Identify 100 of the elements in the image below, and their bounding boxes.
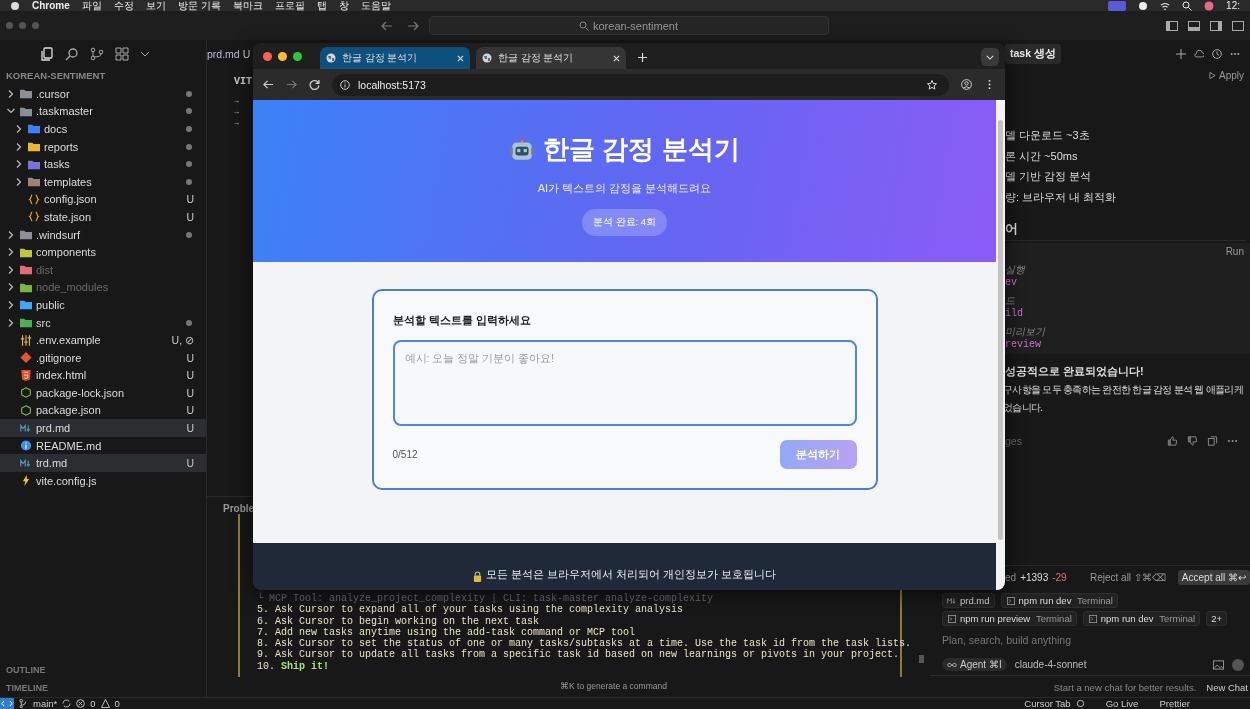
menu-item[interactable]: 창 <box>338 0 349 11</box>
menu-item[interactable]: 도움말 <box>360 0 391 11</box>
branch-icon[interactable] <box>90 47 104 61</box>
sync-icon[interactable] <box>62 699 72 708</box>
mode-selector[interactable]: Agent ⌘I <box>942 658 1007 671</box>
text-input[interactable]: 예시: 오늘 정말 기분이 좋아요! <box>392 340 857 426</box>
cloud-icon[interactable] <box>1194 49 1204 59</box>
file-tree-item[interactable]: vite.config.js <box>0 472 206 490</box>
menu-item[interactable]: 방문 기록 <box>177 0 221 11</box>
profile-icon[interactable] <box>961 79 972 90</box>
menu-item[interactable]: 수정 <box>113 0 134 11</box>
file-tree-item[interactable]: src <box>0 313 206 332</box>
file-tree-item[interactable]: trd.md U <box>0 454 206 473</box>
menu-item[interactable]: 보기 <box>145 0 166 11</box>
context-chip[interactable]: npm run dev Terminal <box>1000 593 1118 608</box>
back-arrow-icon[interactable] <box>263 79 274 90</box>
scrollbar[interactable] <box>919 655 924 663</box>
history-icon[interactable] <box>1212 49 1222 59</box>
file-tree-item[interactable]: public <box>0 296 206 314</box>
file-tree-item[interactable]: components <box>0 243 206 261</box>
maximize-button[interactable] <box>293 51 302 61</box>
close-icon[interactable] <box>457 54 464 62</box>
files-icon[interactable] <box>40 47 54 61</box>
browser-tab[interactable]: 한글 감정 분석기 <box>476 47 626 69</box>
model-selector[interactable]: claude-4-sonnet <box>1014 659 1087 670</box>
close-icon[interactable] <box>613 54 620 62</box>
star-icon[interactable] <box>927 79 937 90</box>
warning-count[interactable]: 0 <box>114 698 120 709</box>
file-tree-item[interactable]: package.json U <box>0 401 206 420</box>
search-icon[interactable] <box>65 47 79 61</box>
file-tree-item[interactable]: .windsurf <box>0 225 206 244</box>
panel-toggle-icon[interactable] <box>1188 20 1200 31</box>
context-chip[interactable]: prd.md <box>942 593 995 608</box>
file-tree-item[interactable]: .env.example U, ⊘ <box>0 331 206 349</box>
panel-tab[interactable]: Proble <box>223 503 255 514</box>
extensions-icon[interactable] <box>115 47 129 61</box>
reject-all-button[interactable]: Reject all ⇧⌘⌫ <box>1089 572 1166 583</box>
layout-icon[interactable] <box>1232 20 1244 31</box>
menu-item[interactable]: 파일 <box>81 0 102 11</box>
browser-tab[interactable]: 한글 감정 분석기 <box>320 47 470 69</box>
new-chat-link[interactable]: New Chat <box>1206 682 1248 693</box>
status-item[interactable]: Go Live <box>1105 698 1139 709</box>
context-chip[interactable]: npm run dev Terminal <box>1082 611 1201 626</box>
file-tree-item[interactable]: docs <box>0 120 206 138</box>
file-tree-item[interactable]: prd.md U <box>0 419 206 437</box>
editor-tab[interactable]: prd.md U <box>207 48 251 60</box>
status-item[interactable]: Cursor Tab <box>1024 698 1071 709</box>
file-tree-item[interactable]: tasks <box>0 155 206 173</box>
thumbs-down-icon[interactable] <box>1187 435 1198 446</box>
outline-section[interactable]: OUTLINE <box>0 661 206 679</box>
sidebar-toggle-icon[interactable] <box>1210 20 1222 31</box>
thumbs-up-icon[interactable] <box>1167 435 1178 446</box>
chevron-down-icon[interactable] <box>140 51 150 57</box>
send-button[interactable] <box>1232 658 1244 671</box>
context-chip[interactable]: npm run preview Terminal <box>942 611 1077 626</box>
back-arrow-icon[interactable] <box>380 20 393 31</box>
apply-button[interactable]: Apply <box>1209 68 1244 82</box>
menu-item[interactable]: 탭 <box>316 0 327 11</box>
file-tree-item[interactable]: README.md <box>0 436 206 455</box>
forward-arrow-icon[interactable] <box>286 79 297 90</box>
wifi-icon[interactable] <box>1160 0 1171 11</box>
timeline-section[interactable]: TIMELINE <box>0 679 206 697</box>
chat-input[interactable]: Plan, search, build anything <box>930 626 1250 654</box>
context-chip[interactable]: 2+ <box>1206 611 1227 626</box>
address-bar[interactable]: localhost:5173 <box>332 73 949 96</box>
file-tree-item[interactable]: package-lock.json U <box>0 384 206 402</box>
scrollbar[interactable] <box>998 120 1003 540</box>
status-item[interactable]: Prettier <box>1159 698 1190 709</box>
avatar-icon[interactable] <box>1204 0 1215 11</box>
file-tree-item[interactable]: templates <box>0 172 206 191</box>
run-button[interactable]: Run <box>1225 245 1244 257</box>
search-field[interactable]: korean-sentiment <box>428 16 829 35</box>
app-status-icon[interactable] <box>1108 0 1127 11</box>
reload-icon[interactable] <box>309 79 320 90</box>
chat-tab[interactable]: task 생성 <box>1005 44 1061 64</box>
file-tree-item[interactable]: .gitignore U <box>0 348 206 367</box>
menu-item[interactable]: 프로필 <box>274 0 305 11</box>
new-tab-icon[interactable] <box>638 53 647 62</box>
close-button[interactable] <box>263 51 272 61</box>
search-icon[interactable] <box>1182 0 1193 11</box>
tab-list-button[interactable] <box>981 48 999 66</box>
minimize-button[interactable] <box>278 51 287 61</box>
branch-name[interactable]: main* <box>33 698 58 709</box>
file-tree-item[interactable]: reports <box>0 137 206 156</box>
forward-arrow-icon[interactable] <box>406 20 419 31</box>
sidebar-toggle-icon[interactable] <box>1166 20 1178 31</box>
accept-all-button[interactable]: Accept all ⌘↩ <box>1177 570 1250 585</box>
error-count[interactable]: 0 <box>90 698 96 709</box>
remote-icon[interactable] <box>0 698 14 709</box>
menu-item[interactable]: Chrome <box>32 0 70 11</box>
image-icon[interactable] <box>1213 659 1224 670</box>
copy-icon[interactable] <box>1207 435 1218 446</box>
file-tree-item[interactable]: index.html U <box>0 366 206 385</box>
file-tree-item[interactable]: config.json U <box>0 190 206 209</box>
plus-icon[interactable] <box>1176 49 1186 59</box>
circle-icon[interactable] <box>1138 0 1149 11</box>
file-tree-item[interactable]: state.json U <box>0 208 206 226</box>
file-tree-item[interactable]: .taskmaster <box>0 102 206 121</box>
file-tree-item[interactable]: .cursor <box>0 85 206 103</box>
menu-item[interactable]: 북마크 <box>232 0 263 11</box>
